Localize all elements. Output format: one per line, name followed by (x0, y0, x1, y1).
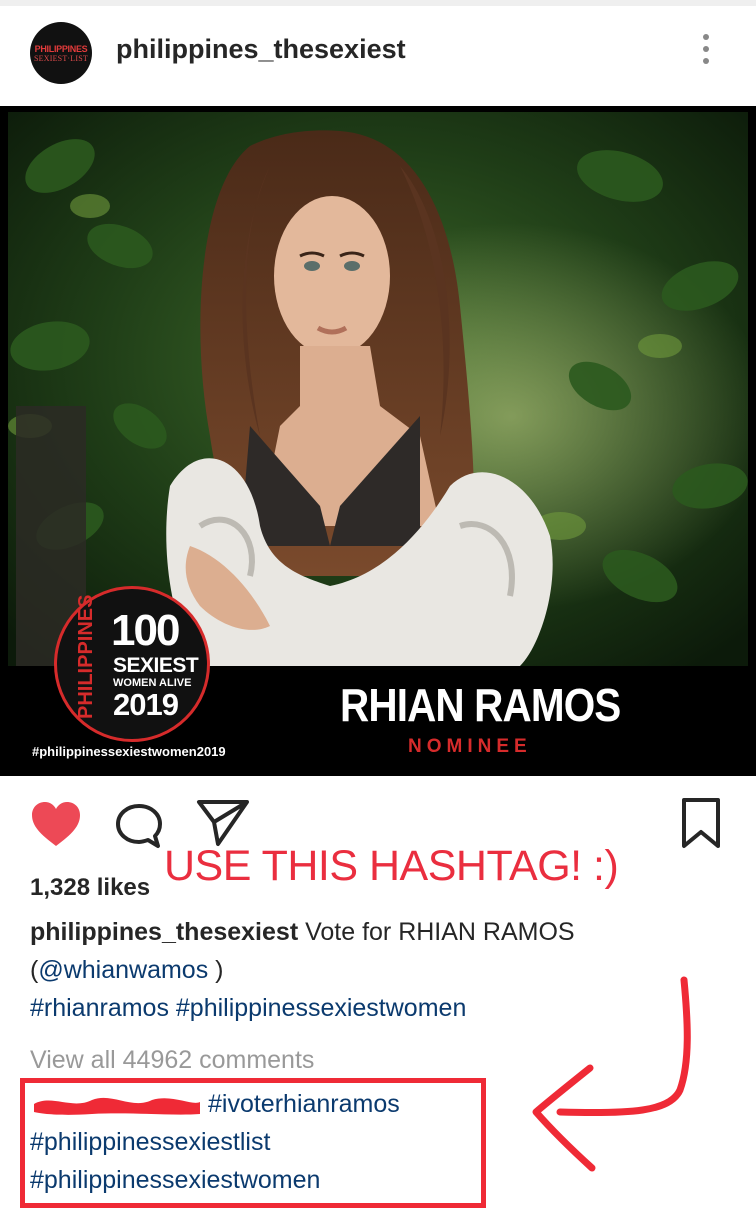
mention-link[interactable]: @whianwamos (38, 956, 208, 984)
annotation-text: USE THIS HASHTAG! :) (164, 842, 619, 890)
badge-number: 100 (111, 606, 180, 655)
caption-text: Vote for RHIAN RAMOS (298, 918, 575, 946)
caption-line-3: #rhianramos #philippinessexiestwomen (30, 994, 466, 1023)
post-image[interactable]: PHILIPPINES 100 SEXIEST WOMEN ALIVE 2019… (0, 106, 756, 776)
likes-count[interactable]: 1,328 likes (30, 874, 150, 902)
more-vertical-icon[interactable] (694, 30, 718, 76)
caption-line-2: (@whianwamos ) (30, 956, 224, 985)
annotation-highlight-box (20, 1078, 486, 1208)
nominee-label: NOMINEE (408, 736, 532, 757)
bookmark-icon[interactable] (680, 796, 722, 850)
view-all-comments[interactable]: View all 44962 comments (30, 1046, 314, 1075)
comment-icon[interactable] (114, 802, 164, 850)
badge-vertical-text: PHILIPPINES (75, 594, 97, 719)
send-icon[interactable] (196, 798, 250, 848)
photo-hashtag: #philippinessexiestwomen2019 (32, 744, 226, 759)
nominee-name: RHIAN RAMOS (340, 679, 621, 731)
avatar-text-top: PHILIPPINES (34, 43, 88, 54)
mention-close: ) (208, 956, 224, 984)
award-badge: PHILIPPINES 100 SEXIEST WOMEN ALIVE 2019 (54, 586, 210, 742)
badge-line1: SEXIEST (113, 654, 199, 677)
badge-vertical-text-wrap: PHILIPPINES (75, 595, 97, 721)
hashtag-link[interactable]: #rhianramos (30, 994, 169, 1022)
annotation-arrow (532, 976, 691, 1172)
top-strip (0, 0, 756, 6)
post-username[interactable]: philippines_thesexiest (116, 34, 406, 65)
hashtag-link[interactable]: #philippinessexiestwomen (176, 994, 466, 1022)
caption-username[interactable]: philippines_thesexiest (30, 918, 298, 946)
caption-line-1: philippines_thesexiest Vote for RHIAN RA… (30, 918, 575, 947)
avatar[interactable]: PHILIPPINES SEXIEST·LIST (30, 22, 92, 84)
badge-year: 2019 (113, 687, 179, 722)
avatar-text-bottom: SEXIEST·LIST (34, 53, 88, 63)
heart-filled-icon[interactable] (30, 800, 82, 848)
